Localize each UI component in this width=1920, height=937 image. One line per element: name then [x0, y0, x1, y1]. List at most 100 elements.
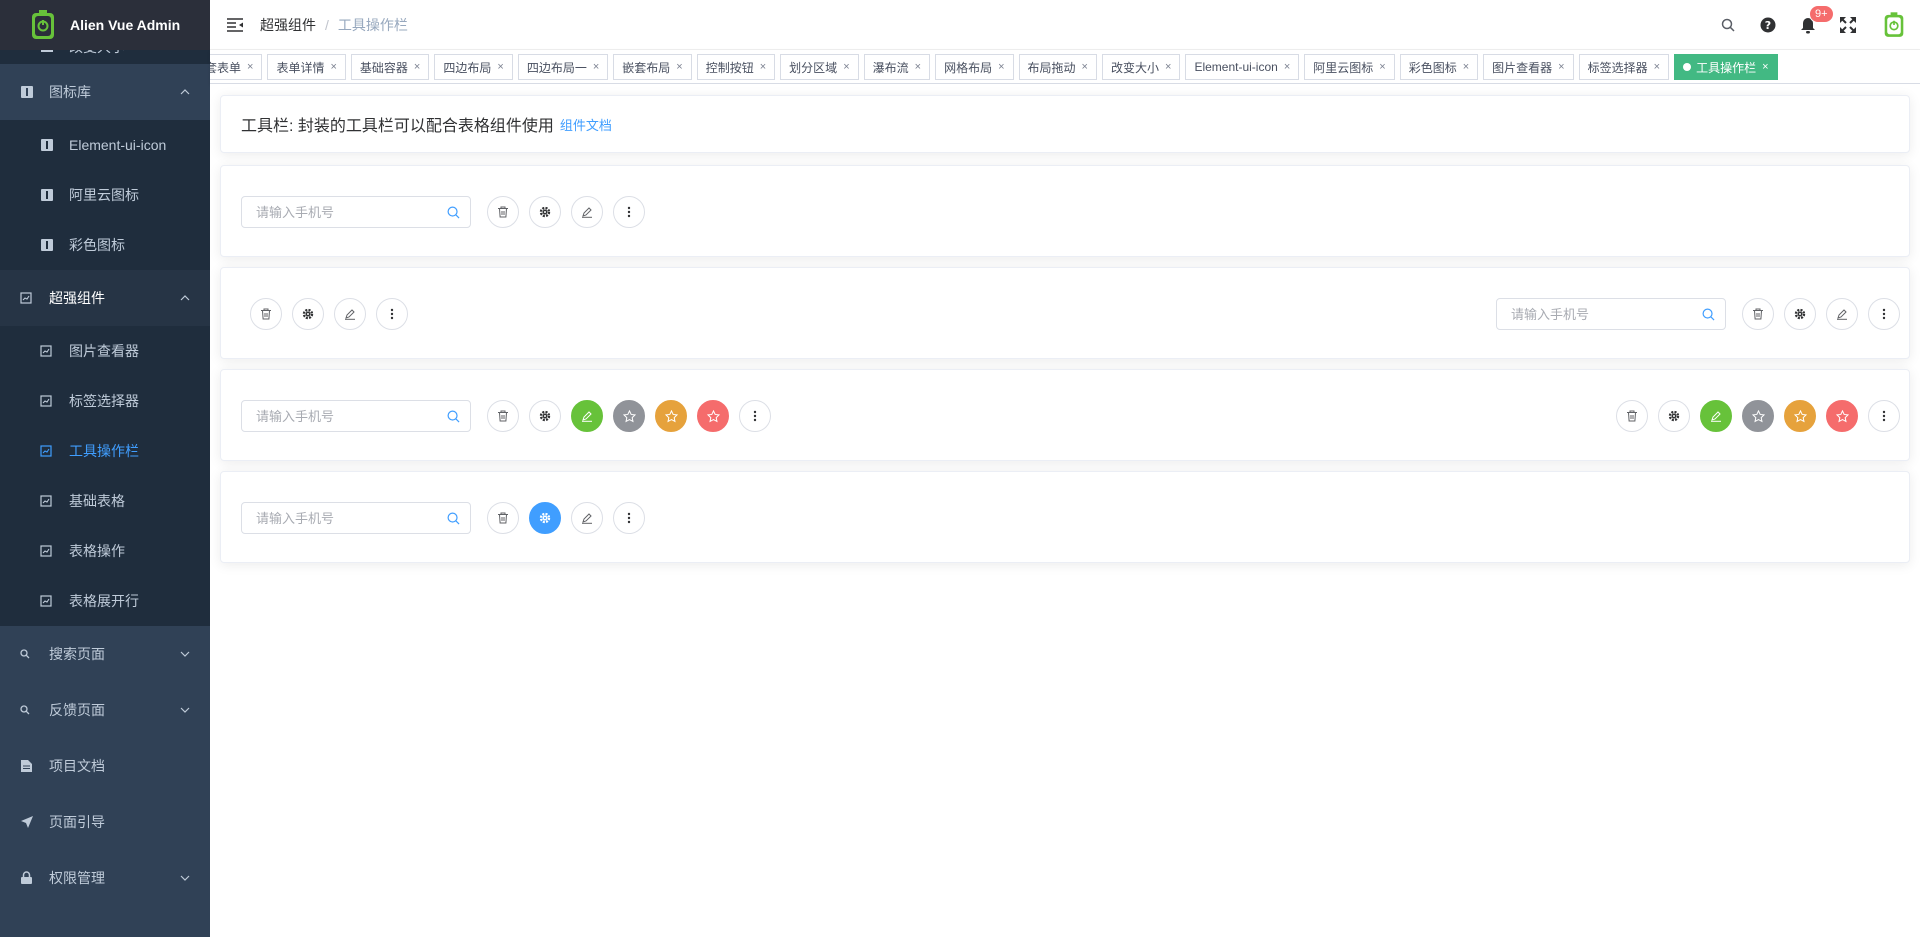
tag-active[interactable]: 工具操作栏 ×: [1674, 54, 1778, 80]
sidebar-item-tag-selector[interactable]: 标签选择器: [0, 376, 210, 426]
breadcrumb-item[interactable]: 超强组件: [260, 15, 316, 35]
close-icon[interactable]: ×: [1762, 61, 1768, 73]
tag-item[interactable]: 标签选择器 ×: [1578, 54, 1670, 80]
sidebar-item-toolbar[interactable]: 工具操作栏: [0, 426, 210, 476]
star-button-gray[interactable]: [613, 400, 645, 432]
sidebar-item-icon-library[interactable]: 图标库: [0, 64, 210, 120]
delete-button[interactable]: [487, 196, 519, 228]
more-button[interactable]: [1868, 298, 1900, 330]
close-icon[interactable]: ×: [1654, 61, 1660, 73]
help-button[interactable]: ?: [1748, 0, 1788, 50]
search-icon[interactable]: [447, 410, 460, 423]
close-icon[interactable]: ×: [1082, 61, 1088, 73]
close-icon[interactable]: ×: [1463, 61, 1469, 73]
close-icon[interactable]: ×: [760, 61, 766, 73]
tag-item[interactable]: 改变大小 ×: [1101, 54, 1181, 80]
user-avatar[interactable]: [1868, 0, 1920, 50]
tag-item[interactable]: 控制按钮 ×: [696, 54, 776, 80]
star-button-yellow[interactable]: [655, 400, 687, 432]
settings-button[interactable]: [1658, 400, 1690, 432]
settings-button[interactable]: [529, 400, 561, 432]
phone-search-input[interactable]: [1511, 306, 1696, 322]
settings-button[interactable]: [1784, 298, 1816, 330]
hamburger-icon[interactable]: [226, 17, 244, 33]
tag-item[interactable]: 阿里云图标 ×: [1304, 54, 1395, 80]
star-button-gray[interactable]: [1742, 400, 1774, 432]
phone-search[interactable]: [241, 502, 471, 534]
docs-link[interactable]: 组件文档: [560, 115, 612, 134]
edit-button-green[interactable]: [571, 400, 603, 432]
sidebar-item-table-operations[interactable]: 表格操作: [0, 526, 210, 576]
tag-item[interactable]: 布局拖动 ×: [1018, 54, 1097, 80]
tag-item[interactable]: 四边布局 ×: [434, 54, 513, 80]
close-icon[interactable]: ×: [497, 61, 503, 73]
sidebar-item-permissions[interactable]: 权限管理: [0, 850, 210, 906]
close-icon[interactable]: ×: [998, 61, 1004, 73]
sidebar-item-table-expand[interactable]: 表格展开行: [0, 576, 210, 626]
settings-button[interactable]: [529, 196, 561, 228]
sidebar-item-basic-table[interactable]: 基础表格: [0, 476, 210, 526]
more-button[interactable]: [376, 298, 408, 330]
close-icon[interactable]: ×: [1379, 61, 1385, 73]
tag-item[interactable]: 基础容器 ×: [350, 54, 430, 80]
delete-button[interactable]: [1742, 298, 1774, 330]
close-icon[interactable]: ×: [1558, 61, 1564, 73]
phone-search[interactable]: [241, 400, 471, 432]
search-icon[interactable]: [447, 512, 460, 525]
close-icon[interactable]: ×: [414, 61, 420, 73]
tag-item[interactable]: 瀑布流 ×: [863, 54, 931, 80]
sidebar-item-project-docs[interactable]: 项目文档: [0, 738, 210, 794]
more-button[interactable]: [1868, 400, 1900, 432]
phone-search-input[interactable]: [256, 408, 441, 424]
phone-search[interactable]: [241, 196, 471, 228]
edit-button-green[interactable]: [1700, 400, 1732, 432]
close-icon[interactable]: ×: [843, 61, 849, 73]
tag-item[interactable]: 图片查看器 ×: [1483, 54, 1574, 80]
close-icon[interactable]: ×: [593, 61, 599, 73]
tag-item[interactable]: 表单详情 ×: [267, 54, 346, 80]
more-button[interactable]: [739, 400, 771, 432]
star-button-yellow[interactable]: [1784, 400, 1816, 432]
close-icon[interactable]: ×: [1165, 61, 1171, 73]
settings-button[interactable]: [292, 298, 324, 330]
sidebar-item-super-components[interactable]: 超强组件: [0, 270, 210, 326]
more-button[interactable]: [613, 502, 645, 534]
sidebar-item-element-ui-icon[interactable]: Element-ui-icon: [0, 120, 210, 170]
search-button[interactable]: [1708, 0, 1748, 50]
tag-item[interactable]: 网格布局 ×: [935, 54, 1014, 80]
close-icon[interactable]: ×: [330, 61, 336, 73]
close-icon[interactable]: ×: [676, 61, 682, 73]
star-button-red[interactable]: [697, 400, 729, 432]
sidebar-item-aliyun-icon[interactable]: 阿里云图标: [0, 170, 210, 220]
tag-item[interactable]: 彩色图标 ×: [1399, 54, 1479, 80]
phone-search-input[interactable]: [256, 510, 441, 526]
edit-button[interactable]: [571, 196, 603, 228]
close-icon[interactable]: ×: [1284, 61, 1290, 73]
close-icon[interactable]: ×: [247, 61, 253, 73]
sidebar-item-search-page[interactable]: 搜索页面: [0, 626, 210, 682]
tag-item[interactable]: 套表单 ×: [210, 54, 263, 80]
more-button[interactable]: [613, 196, 645, 228]
tag-item[interactable]: 四边布局一 ×: [517, 54, 609, 80]
sidebar-item-color-icon[interactable]: 彩色图标: [0, 220, 210, 270]
close-icon[interactable]: ×: [915, 61, 921, 73]
delete-button[interactable]: [487, 502, 519, 534]
phone-search-input[interactable]: [256, 204, 441, 220]
search-icon[interactable]: [1702, 308, 1715, 321]
sidebar-item-page-guide[interactable]: 页面引导: [0, 794, 210, 850]
edit-button[interactable]: [1826, 298, 1858, 330]
tag-item[interactable]: 嵌套布局 ×: [613, 54, 692, 80]
delete-button[interactable]: [250, 298, 282, 330]
delete-button[interactable]: [487, 400, 519, 432]
tag-item[interactable]: Element-ui-icon ×: [1185, 54, 1300, 80]
notification-button[interactable]: 9+: [1788, 0, 1834, 50]
search-icon[interactable]: [447, 206, 460, 219]
phone-search[interactable]: [1496, 298, 1726, 330]
edit-button[interactable]: [334, 298, 366, 330]
settings-button-primary[interactable]: [529, 502, 561, 534]
sidebar-logo[interactable]: Alien Vue Admin: [0, 0, 210, 50]
tag-item[interactable]: 划分区域 ×: [780, 54, 859, 80]
sidebar-item-image-viewer[interactable]: 图片查看器: [0, 326, 210, 376]
star-button-red[interactable]: [1826, 400, 1858, 432]
sidebar-item-feedback-page[interactable]: 反馈页面: [0, 682, 210, 738]
